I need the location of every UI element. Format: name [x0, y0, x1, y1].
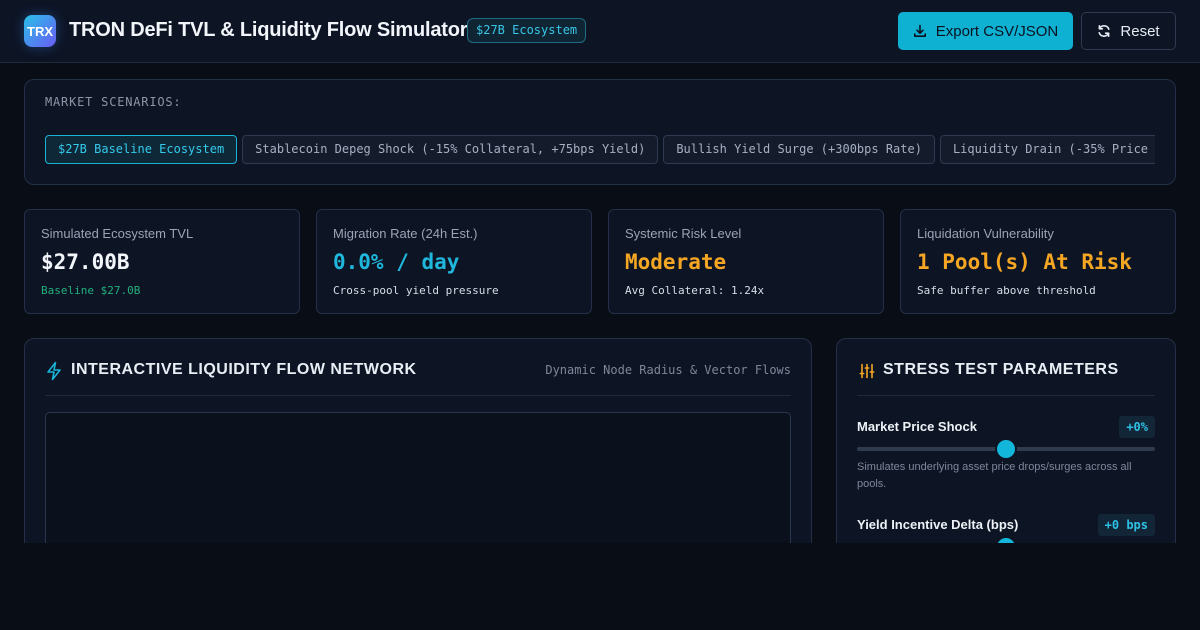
metric-label: Simulated Ecosystem TVL — [41, 226, 194, 241]
scenario-stablecoin-depeg[interactable]: Stablecoin Depeg Shock (-15% Collateral,… — [242, 135, 659, 164]
metric-card-risk: Systemic Risk Level Moderate Avg Collate… — [608, 209, 884, 314]
scenario-baseline[interactable]: $27B Baseline Ecosystem — [45, 135, 238, 164]
stress-test-panel: STRESS TEST PARAMETERS Market Price Shoc… — [836, 338, 1176, 568]
ecosystem-badge: $27B Ecosystem — [467, 18, 587, 43]
metric-label: Liquidation Vulnerability — [917, 226, 1054, 241]
price-shock-slider[interactable] — [857, 440, 1155, 458]
liquidity-network-panel: INTERACTIVE LIQUIDITY FLOW NETWORK Dynam… — [24, 338, 812, 568]
metric-label: Migration Rate (24h Est.) — [333, 226, 478, 241]
scenarios-label: MARKET SCENARIOS: — [45, 95, 182, 109]
metric-sub: Baseline $27.0B — [41, 284, 141, 297]
refresh-icon — [1098, 25, 1111, 37]
download-icon — [913, 24, 926, 37]
app-header: TRX TRON DeFi TVL & Liquidity Flow Simul… — [0, 0, 1200, 63]
divider — [857, 395, 1155, 396]
export-label: Export CSV/JSON — [935, 22, 1059, 40]
reset-button[interactable]: Reset — [1081, 12, 1176, 50]
export-button[interactable]: Export CSV/JSON — [898, 12, 1073, 50]
metric-value: 0.0% / day — [333, 250, 460, 274]
metric-card-tvl: Simulated Ecosystem TVL $27.00B Baseline… — [24, 209, 300, 314]
sliders-icon — [859, 363, 875, 379]
price-shock-label: Market Price Shock — [857, 419, 977, 434]
slider-thumb[interactable] — [997, 440, 1015, 458]
scenario-liquidity-drain[interactable]: Liquidity Drain (-35% Price — [939, 135, 1155, 164]
metric-value: Moderate — [625, 250, 727, 274]
lightning-icon — [47, 361, 61, 381]
price-shock-value: +0% — [1119, 416, 1155, 438]
reset-label: Reset — [1120, 22, 1160, 40]
yield-delta-value: +0 bps — [1097, 514, 1155, 536]
stress-title: STRESS TEST PARAMETERS — [883, 361, 1119, 378]
app-title: TRON DeFi TVL & Liquidity Flow Simulator — [69, 19, 468, 41]
network-hint: Dynamic Node Radius & Vector Flows — [545, 363, 791, 377]
metric-label: Systemic Risk Level — [625, 226, 742, 241]
metric-sub: Cross-pool yield pressure — [333, 284, 499, 297]
divider — [45, 395, 791, 396]
network-title: INTERACTIVE LIQUIDITY FLOW NETWORK — [71, 361, 417, 378]
metric-value: 1 Pool(s) At Risk — [917, 250, 1132, 274]
scenario-bullish-yield[interactable]: Bullish Yield Surge (+300bps Rate) — [663, 135, 935, 164]
metric-value: $27.00B — [41, 250, 130, 274]
metric-sub: Avg Collateral: 1.24x — [625, 284, 765, 297]
trx-logo: TRX — [24, 15, 56, 47]
market-scenarios-panel: MARKET SCENARIOS: $27B Baseline Ecosyste… — [24, 79, 1176, 185]
metric-card-migration: Migration Rate (24h Est.) 0.0% / day Cro… — [316, 209, 592, 314]
price-shock-description: Simulates underlying asset price drops/s… — [857, 461, 1132, 490]
yield-delta-label: Yield Incentive Delta (bps) — [857, 517, 1019, 532]
page-footer-area — [0, 543, 1200, 630]
metric-sub: Safe buffer above threshold — [917, 284, 1096, 297]
metric-card-liquidation: Liquidation Vulnerability 1 Pool(s) At R… — [900, 209, 1176, 314]
scenario-list: $27B Baseline Ecosystem Stablecoin Depeg … — [45, 135, 1155, 165]
